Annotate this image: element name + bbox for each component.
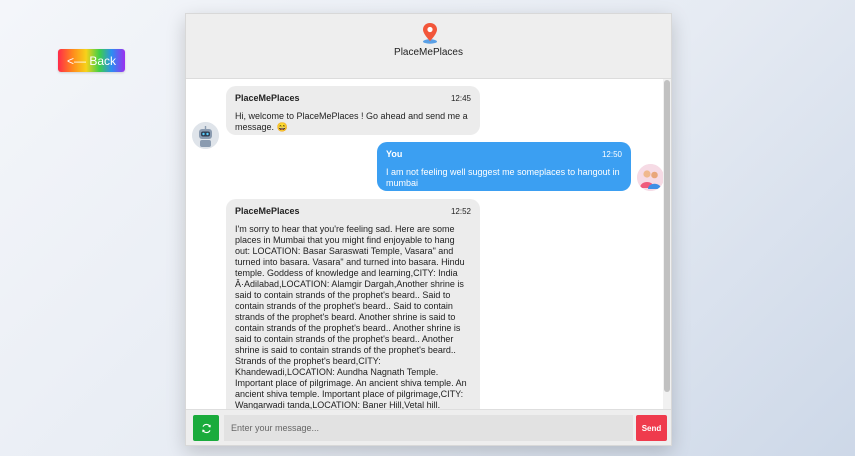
chat-body[interactable]: PlaceMePlaces 12:45 Hi, welcome to Place… [186, 79, 671, 409]
scrollbar-thumb[interactable] [664, 80, 670, 392]
input-bar: Send [186, 409, 671, 445]
message-sender: PlaceMePlaces [235, 206, 300, 216]
message-text: I'm sorry to hear that you're feeling sa… [235, 224, 467, 409]
map-pin-icon [423, 23, 437, 44]
message-sender: PlaceMePlaces [235, 93, 300, 103]
back-button[interactable]: <— Back [58, 49, 125, 72]
message-sender: You [386, 149, 403, 159]
header-title: PlaceMePlaces [394, 47, 463, 58]
message-time: 12:50 [601, 150, 622, 159]
message-bubble: PlaceMePlaces 12:45 Hi, welcome to Place… [226, 86, 480, 135]
message-bubble: PlaceMePlaces 12:52 I'm sorry to hear th… [226, 199, 480, 409]
chat-window: PlaceMePlaces PlaceMePlaces 12:45 Hi, we… [185, 13, 672, 446]
message-time: 12:52 [450, 207, 471, 216]
user-avatar [637, 164, 664, 191]
refresh-icon [201, 423, 211, 433]
message-text: Hi, welcome to PlaceMePlaces ! Go ahead … [235, 111, 468, 132]
message-input[interactable] [224, 415, 633, 441]
message-time: 12:45 [450, 94, 471, 103]
send-button[interactable]: Send [636, 415, 667, 441]
message-bubble: You 12:50 I am not feeling well suggest … [377, 142, 631, 191]
refresh-button[interactable] [193, 415, 219, 441]
chat-header: PlaceMePlaces [186, 14, 671, 79]
message-text: I am not feeling well suggest me somepla… [386, 167, 620, 188]
robot-avatar [192, 122, 219, 149]
